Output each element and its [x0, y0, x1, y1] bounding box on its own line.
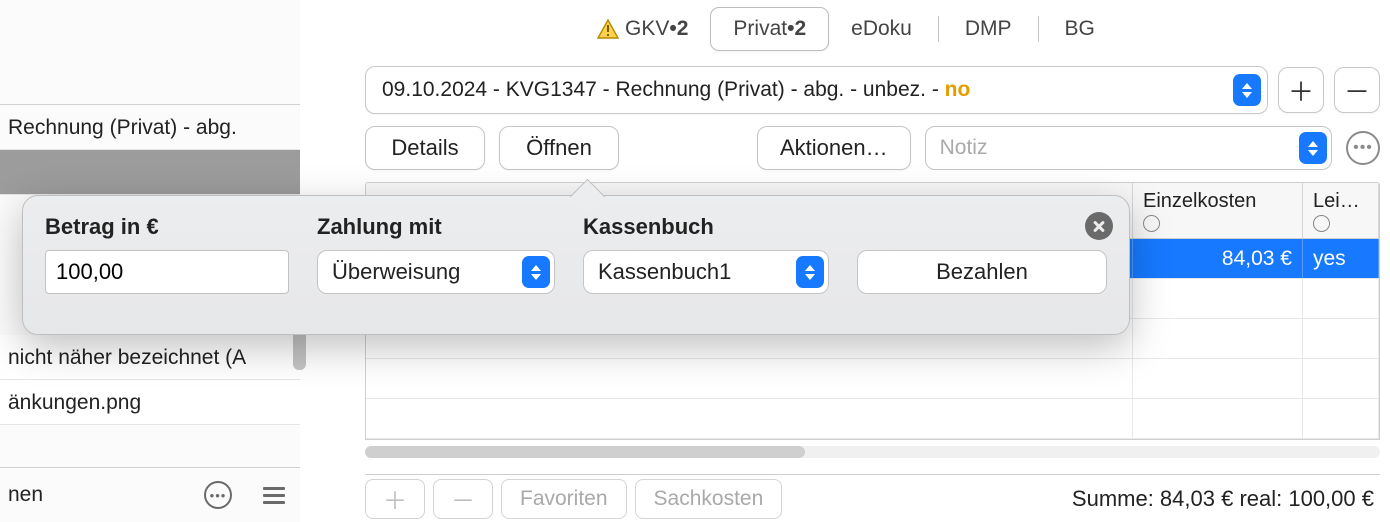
- radio-icon[interactable]: [1143, 215, 1160, 232]
- left-top-spacer: [0, 0, 300, 105]
- footer-sachkosten-button[interactable]: Sachkosten: [635, 479, 783, 519]
- more-circle-icon[interactable]: •••: [200, 477, 236, 513]
- amount-input[interactable]: [45, 250, 289, 294]
- tab-bg[interactable]: BG: [1043, 7, 1117, 51]
- radio-icon[interactable]: [1313, 215, 1330, 232]
- open-button[interactable]: Öffnen: [499, 126, 619, 170]
- cell-lei: yes: [1303, 239, 1379, 278]
- tab-badge: 2: [677, 17, 689, 41]
- cashbook-dropdown[interactable]: Kassenbuch1: [583, 250, 829, 294]
- payment-method-dropdown[interactable]: Überweisung: [317, 250, 555, 294]
- chevron-updown-icon: [1299, 132, 1327, 164]
- horizontal-scrollbar[interactable]: [365, 446, 1380, 458]
- column-lei[interactable]: Lei…: [1303, 183, 1379, 238]
- tab-bar: GKV•2 Privat•2 eDoku DMP BG: [355, 0, 1390, 58]
- footer-add-button[interactable]: ＋: [365, 479, 425, 519]
- note-placeholder: Notiz: [940, 136, 988, 160]
- list-icon[interactable]: [256, 477, 292, 513]
- close-icon[interactable]: [1085, 212, 1113, 240]
- left-list-item-selected[interactable]: [0, 150, 300, 195]
- table-footer: ＋ － Favoriten Sachkosten Summe: 84,03 € …: [365, 474, 1380, 522]
- document-dropdown[interactable]: 09.10.2024 - KVG1347 - Rechnung (Privat)…: [365, 66, 1268, 114]
- document-selector-row: 09.10.2024 - KVG1347 - Rechnung (Privat)…: [355, 58, 1390, 122]
- chevron-updown-icon: [796, 256, 824, 288]
- left-list-item[interactable]: Rechnung (Privat) - abg.: [0, 105, 300, 150]
- footer-favorites-button[interactable]: Favoriten: [501, 479, 627, 519]
- tab-edoku[interactable]: eDoku: [829, 7, 934, 51]
- chevron-updown-icon: [1233, 74, 1261, 106]
- payment-popover: Betrag in € Zahlung mit Überweisung Kass…: [22, 195, 1130, 335]
- warning-icon: [597, 19, 619, 39]
- left-footer-label: nen: [8, 483, 180, 507]
- tab-label: Privat: [733, 17, 787, 41]
- table-row[interactable]: [366, 359, 1379, 399]
- left-list-item[interactable]: änkungen.png: [0, 380, 300, 425]
- payment-method-label: Zahlung mit: [317, 214, 555, 240]
- details-button[interactable]: Details: [365, 126, 485, 170]
- left-footer: nen •••: [0, 467, 300, 522]
- spacer: [857, 214, 1107, 240]
- tab-dmp[interactable]: DMP: [943, 7, 1034, 51]
- chevron-updown-icon: [522, 256, 550, 288]
- actions-button[interactable]: Aktionen…: [757, 126, 911, 170]
- tab-separator: [1038, 16, 1039, 42]
- amount-label: Betrag in €: [45, 214, 289, 240]
- tab-label: GKV: [625, 17, 669, 41]
- tab-privat[interactable]: Privat•2: [710, 7, 829, 51]
- remove-button[interactable]: －: [1334, 67, 1380, 113]
- table-row[interactable]: [366, 399, 1379, 439]
- footer-sum-label: Summe: 84,03 € real: 100,00 €: [1072, 486, 1380, 512]
- pay-button[interactable]: Bezahlen: [857, 250, 1107, 294]
- scrollbar-thumb[interactable]: [365, 446, 805, 458]
- tab-badge: 2: [794, 17, 806, 41]
- note-dropdown[interactable]: Notiz: [925, 126, 1332, 170]
- cell-einzelkosten: 84,03 €: [1133, 239, 1303, 278]
- cashbook-label: Kassenbuch: [583, 214, 829, 240]
- left-list-item[interactable]: nicht näher bezeichnet (A: [0, 335, 300, 380]
- tab-separator: [938, 16, 939, 42]
- add-button[interactable]: ＋: [1278, 67, 1324, 113]
- column-einzelkosten[interactable]: Einzelkosten: [1133, 183, 1303, 238]
- toolbar: Details Öffnen Aktionen… Notiz •••: [355, 122, 1390, 182]
- document-label: 09.10.2024 - KVG1347 - Rechnung (Privat)…: [382, 78, 970, 102]
- tab-gkv[interactable]: GKV•2: [575, 7, 710, 51]
- more-icon[interactable]: •••: [1346, 131, 1380, 165]
- footer-remove-button[interactable]: －: [433, 479, 493, 519]
